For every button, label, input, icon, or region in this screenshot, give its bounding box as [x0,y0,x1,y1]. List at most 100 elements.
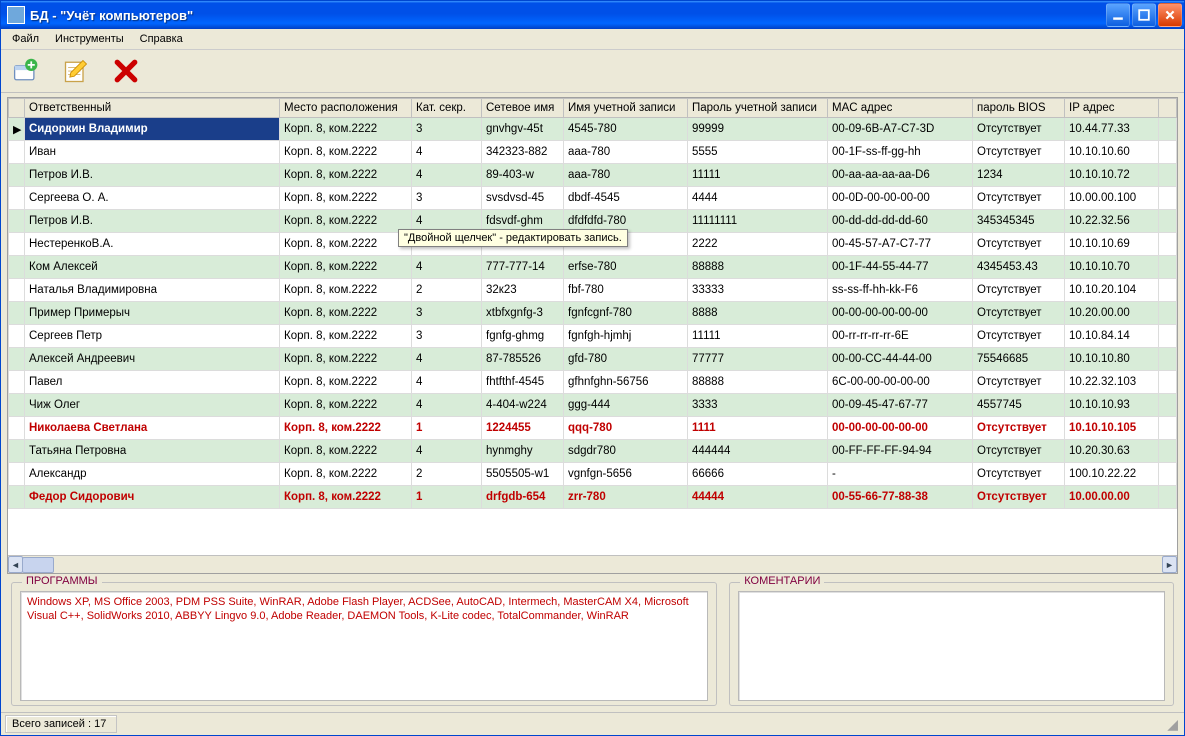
cell[interactable]: 4 [412,256,482,279]
cell[interactable]: Отсутствует [973,417,1065,440]
cell[interactable]: Корп. 8, ком.2222 [280,210,412,233]
cell[interactable]: 66666 [688,463,828,486]
cell[interactable]: 342323-882 [482,141,564,164]
cell[interactable]: fgnfg-ghmg [482,325,564,348]
cell[interactable]: 10.20.00.00 [1065,302,1159,325]
cell[interactable]: 10.10.10.69 [1065,233,1159,256]
cell[interactable]: 00-09-6B-A7-C7-3D [828,118,973,141]
cell[interactable]: 88888 [688,371,828,394]
cell[interactable]: Корп. 8, ком.2222 [280,141,412,164]
cell[interactable]: Отсутствует [973,325,1065,348]
cell[interactable] [9,279,25,302]
cell[interactable]: Корп. 8, ком.2222 [280,417,412,440]
cell[interactable]: Павел [25,371,280,394]
cell[interactable]: Корп. 8, ком.2222 [280,394,412,417]
cell[interactable]: Александр [25,463,280,486]
table-row[interactable]: Николаева СветланаКорп. 8, ком.222211224… [9,417,1177,440]
cell[interactable]: Корп. 8, ком.2222 [280,348,412,371]
cell[interactable]: 77777 [688,348,828,371]
cell[interactable]: dbdf-4545 [564,187,688,210]
cell[interactable] [1159,279,1177,302]
cell[interactable]: drfgdb-654 [482,486,564,509]
cell[interactable]: 3333 [688,394,828,417]
cell[interactable]: Корп. 8, ком.2222 [280,164,412,187]
cell[interactable] [1159,440,1177,463]
menu-file[interactable]: Файл [5,31,46,47]
title-bar[interactable]: БД - "Учёт компьютеров" [1,1,1184,29]
cell[interactable]: 4 [412,164,482,187]
cell[interactable]: Отсутствует [973,118,1065,141]
cell[interactable]: 88888 [688,256,828,279]
cell[interactable]: Отсутствует [973,187,1065,210]
cell[interactable]: 1234 [973,164,1065,187]
programs-text[interactable]: Windows XP, MS Office 2003, PDM PSS Suit… [20,591,708,701]
cell[interactable]: Татьяна Петровна [25,440,280,463]
cell[interactable] [9,463,25,486]
cell[interactable]: Николаева Светлана [25,417,280,440]
add-button[interactable] [11,56,41,86]
cell[interactable]: erfse-780 [564,256,688,279]
cell[interactable] [9,256,25,279]
cell[interactable]: 4 [412,348,482,371]
scroll-thumb[interactable] [22,557,54,573]
cell[interactable] [1159,256,1177,279]
cell[interactable] [1159,486,1177,509]
cell[interactable]: 10.10.10.80 [1065,348,1159,371]
cell[interactable]: 4 [412,141,482,164]
cell[interactable]: Корп. 8, ком.2222 [280,279,412,302]
cell[interactable]: 33333 [688,279,828,302]
cell[interactable]: 3 [412,325,482,348]
col-cat[interactable]: Кат. секр. [412,99,482,118]
cell[interactable]: fbf-780 [564,279,688,302]
cell[interactable]: qqq-780 [564,417,688,440]
cell[interactable]: НестеренкоВ.А. [25,233,280,256]
cell[interactable]: 10.10.84.14 [1065,325,1159,348]
cell[interactable]: 4444 [688,187,828,210]
cell[interactable]: Отсутствует [973,279,1065,302]
cell[interactable]: Сергеева О. А. [25,187,280,210]
cell[interactable]: sdgdr780 [564,440,688,463]
cell[interactable]: Наталья Владимировна [25,279,280,302]
cell[interactable]: 10.10.10.72 [1065,164,1159,187]
cell[interactable]: Федор Сидорович [25,486,280,509]
cell[interactable]: gfd-780 [564,348,688,371]
cell[interactable]: Корп. 8, ком.2222 [280,486,412,509]
col-extra[interactable] [1159,99,1177,118]
col-netname[interactable]: Сетевое имя [482,99,564,118]
cell[interactable]: 00-FF-FF-FF-94-94 [828,440,973,463]
cell[interactable]: 00-1F-ss-ff-gg-hh [828,141,973,164]
cell[interactable]: 10.10.10.70 [1065,256,1159,279]
cell[interactable]: 00-0D-00-00-00-00 [828,187,973,210]
cell[interactable]: Сидоркин Владимир [25,118,280,141]
cell[interactable]: Отсутствует [973,463,1065,486]
cell[interactable]: ▶ [9,118,25,141]
cell[interactable] [9,486,25,509]
cell[interactable]: 444444 [688,440,828,463]
cell[interactable]: 4-404-w224 [482,394,564,417]
cell[interactable]: fhtfthf-4545 [482,371,564,394]
cell[interactable] [9,417,25,440]
cell[interactable]: 1224455 [482,417,564,440]
cell[interactable]: 4345453.43 [973,256,1065,279]
cell[interactable] [9,440,25,463]
cell[interactable] [1159,210,1177,233]
cell[interactable]: 4 [412,371,482,394]
cell[interactable] [1159,141,1177,164]
cell[interactable]: 777-777-14 [482,256,564,279]
cell[interactable]: 10.00.00.100 [1065,187,1159,210]
table-row[interactable]: Алексей АндреевичКорп. 8, ком.2222487-78… [9,348,1177,371]
cell[interactable]: 75546685 [973,348,1065,371]
cell[interactable] [1159,394,1177,417]
cell[interactable]: 10.10.20.104 [1065,279,1159,302]
cell[interactable] [1159,187,1177,210]
edit-button[interactable] [61,56,91,86]
cell[interactable] [9,233,25,256]
cell[interactable]: 4 [412,440,482,463]
table-row[interactable]: Чиж ОлегКорп. 8, ком.222244-404-w224ggg-… [9,394,1177,417]
cell[interactable]: Корп. 8, ком.2222 [280,302,412,325]
col-location[interactable]: Место расположения [280,99,412,118]
cell[interactable]: 4 [412,394,482,417]
cell[interactable]: Отсутствует [973,233,1065,256]
cell[interactable]: Корп. 8, ком.2222 [280,187,412,210]
cell[interactable]: Корп. 8, ком.2222 [280,463,412,486]
